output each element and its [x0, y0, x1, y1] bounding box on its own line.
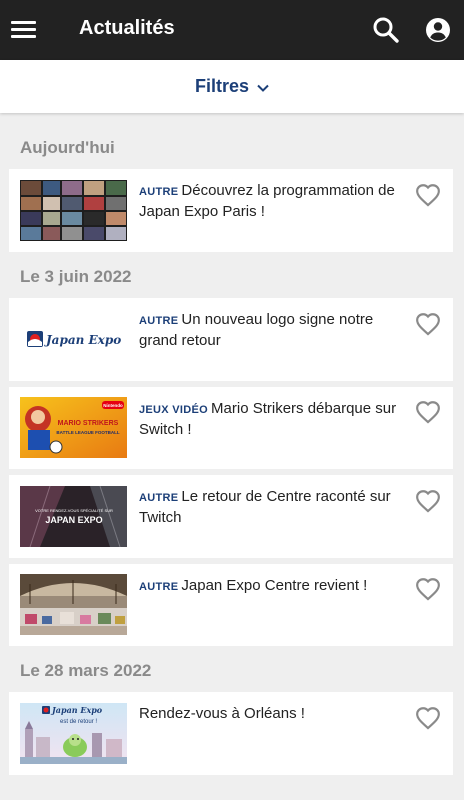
news-card[interactable]: AUTRE Japan Expo Centre revient ! [9, 564, 453, 646]
section-header-march: Le 28 mars 2022 [20, 661, 152, 680]
news-category: AUTRE [139, 492, 179, 504]
page-title: Actualités [79, 17, 175, 39]
orleans-subtitle-text: est de retour ! [60, 719, 97, 725]
news-title: Japan Expo Centre revient ! [181, 577, 368, 594]
menu-icon[interactable] [11, 18, 37, 42]
news-text: AUTRE Découvrez la programmation de Japan… [139, 181, 409, 222]
news-text: AUTRE Japan Expo Centre revient ! [139, 576, 409, 597]
section-header-june: Le 3 juin 2022 [20, 267, 132, 286]
news-card[interactable]: Japan Expo est de retour ! Rendez-vous à… [9, 692, 453, 775]
twitch-line2-text: JAPAN EXPO [45, 515, 102, 525]
orleans-logo-text: Japan Expo [50, 705, 103, 715]
video-grid-thumbnail [20, 180, 127, 241]
mario-title-text: MARIO STRIKERS [58, 420, 119, 427]
search-icon[interactable] [372, 16, 400, 44]
news-text: AUTRE Le retour de Centre raconté sur Twi… [139, 487, 409, 528]
orleans-poster-thumbnail: Japan Expo est de retour ! [20, 703, 127, 764]
japan-expo-twitch-thumbnail: VOTRE RENDEZ-VOUS SPÉCIALITÉ SUR JAPAN E… [20, 486, 127, 547]
filters-label: Filtres [194, 76, 250, 96]
twitch-line1-text: VOTRE RENDEZ-VOUS SPÉCIALITÉ SUR [35, 508, 113, 513]
news-card[interactable]: AUTRE Découvrez la programmation de Japan… [9, 169, 453, 252]
news-card[interactable]: VOTRE RENDEZ-VOUS SPÉCIALITÉ SUR JAPAN E… [9, 475, 453, 558]
account-circle-icon[interactable] [424, 16, 452, 44]
logo-text: Japan Expo [44, 333, 121, 347]
news-card[interactable]: Nintendo MARIO STRIKERS BATTLE LEAGUE FO… [9, 387, 453, 469]
heart-outline-icon[interactable] [415, 489, 441, 513]
news-text: Rendez-vous à Orléans ! [139, 704, 409, 724]
filters-button[interactable]: Filtres [0, 60, 464, 113]
chevron-down-icon [257, 84, 269, 92]
section-header-today: Aujourd'hui [20, 138, 115, 157]
app-bar: Actualités [0, 0, 464, 60]
news-category: JEUX VIDÉO [139, 404, 209, 416]
heart-outline-icon[interactable] [415, 577, 441, 601]
mario-subtitle-text: BATTLE LEAGUE FOOTBALL [56, 430, 119, 435]
news-category: AUTRE [139, 581, 179, 593]
news-category: AUTRE [139, 186, 179, 198]
heart-outline-icon[interactable] [415, 312, 441, 336]
news-title: Rendez-vous à Orléans ! [139, 705, 305, 722]
nintendo-text: Nintendo [103, 403, 123, 408]
convention-hall-thumbnail [20, 574, 127, 635]
news-card[interactable]: Japan Expo AUTRE Un nouveau logo signe no… [9, 298, 453, 381]
mario-strikers-thumbnail: Nintendo MARIO STRIKERS BATTLE LEAGUE FO… [20, 397, 127, 458]
news-text: AUTRE Un nouveau logo signe notre grand r… [139, 310, 409, 351]
japan-expo-logo-thumbnail: Japan Expo [20, 309, 127, 370]
heart-outline-icon[interactable] [415, 183, 441, 207]
news-category: AUTRE [139, 315, 179, 327]
heart-outline-icon[interactable] [415, 400, 441, 424]
news-text: JEUX VIDÉO Mario Strikers débarque sur Sw… [139, 399, 409, 440]
heart-outline-icon[interactable] [415, 706, 441, 730]
